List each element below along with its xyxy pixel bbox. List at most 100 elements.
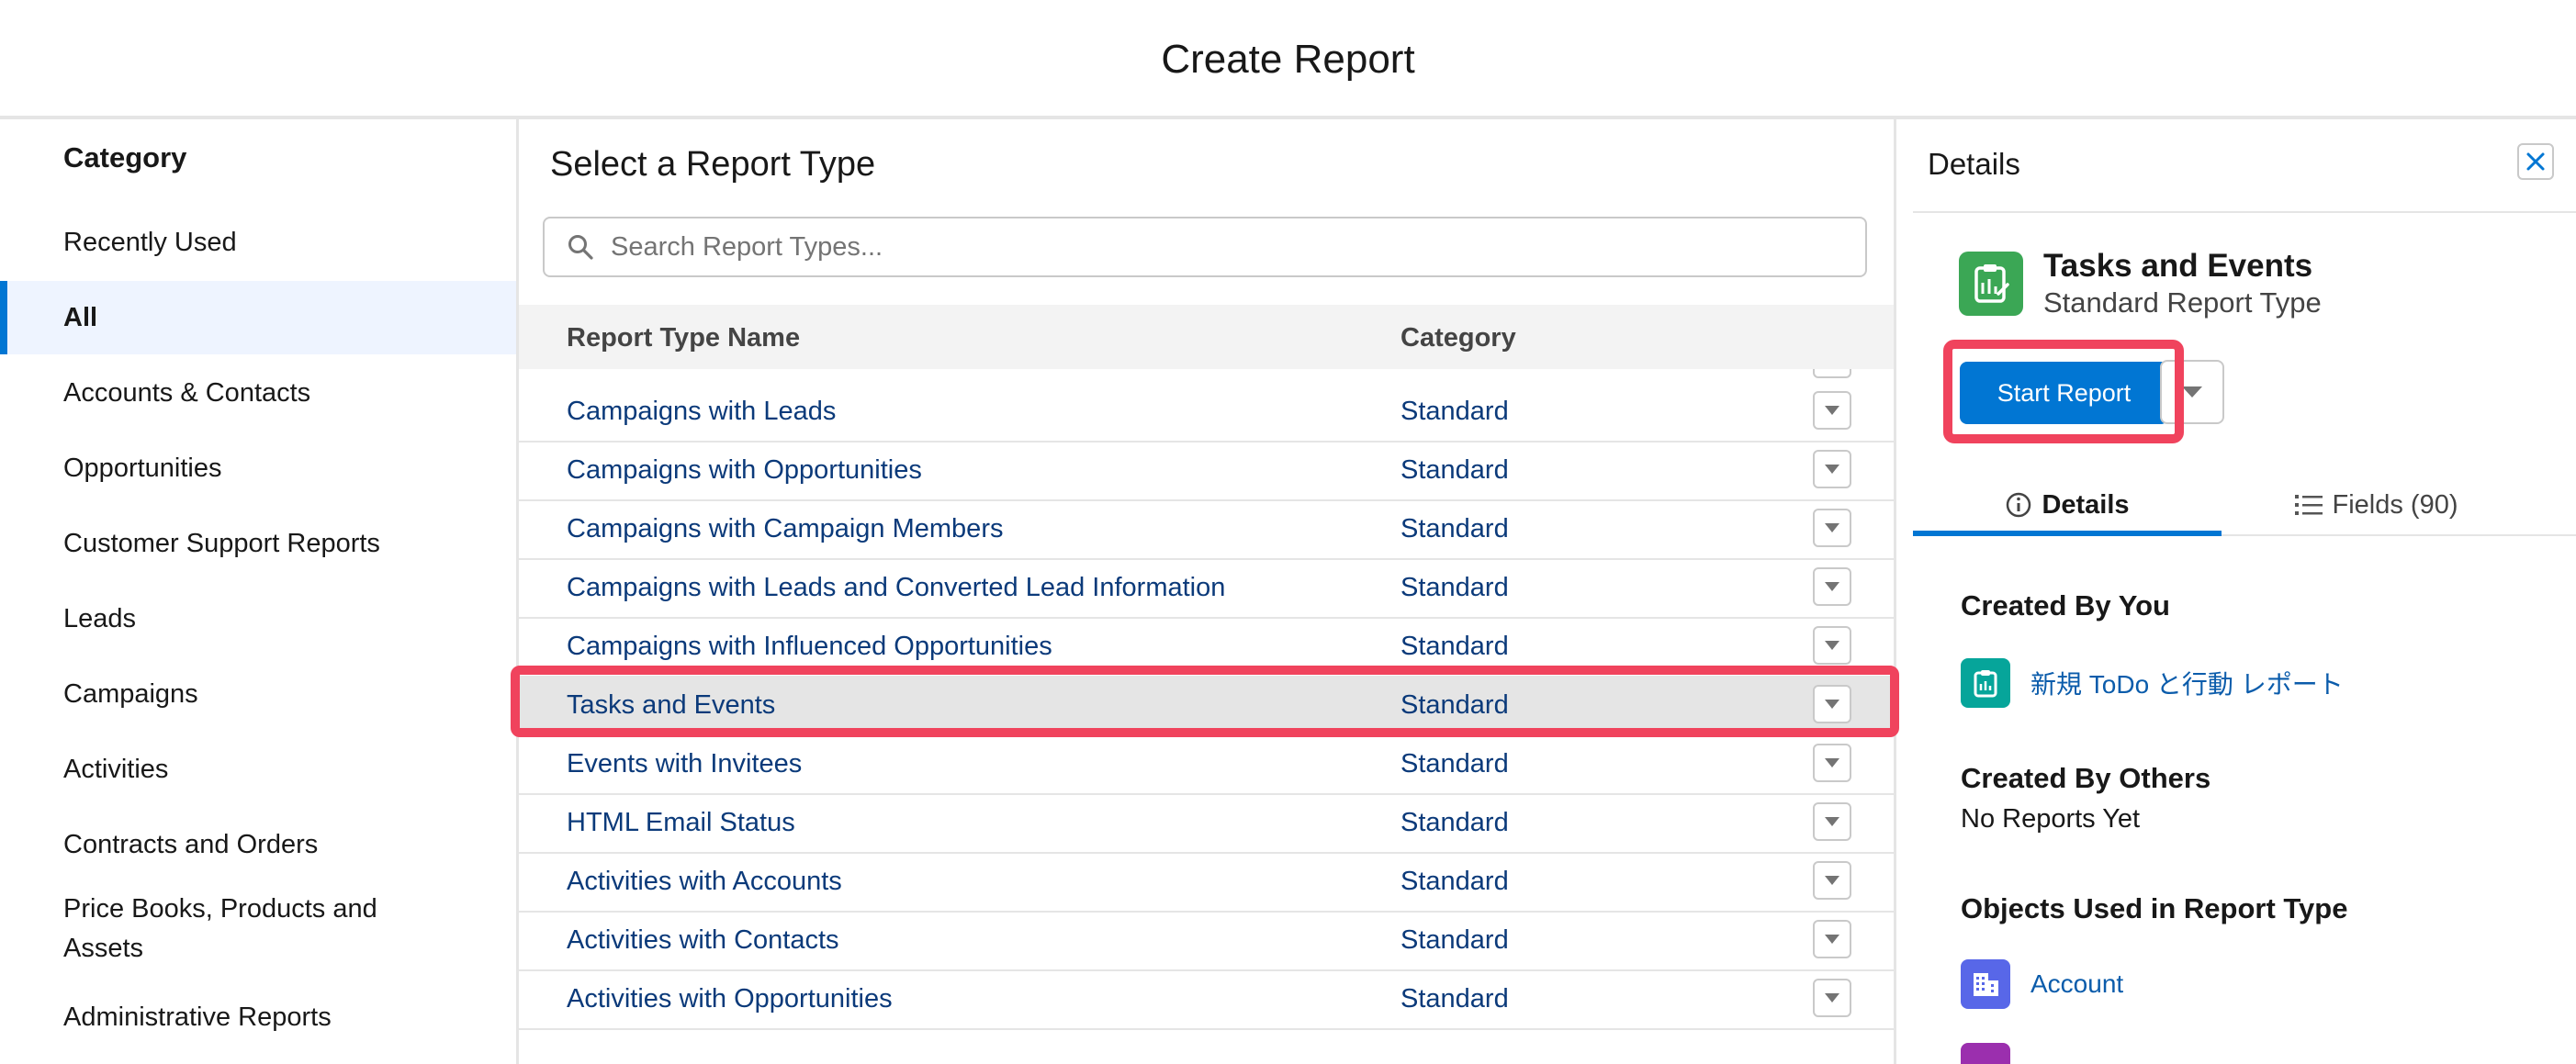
report-type-title: Select a Report Type xyxy=(550,145,876,184)
start-report-button[interactable]: Start Report xyxy=(1960,362,2168,424)
category-item-label: Contracts and Orders xyxy=(63,829,319,859)
category-item-label: Leads xyxy=(63,603,137,633)
report-type-name[interactable]: Campaigns with Leads xyxy=(567,397,836,427)
report-type-panel: Select a Report Type Report Type Name Ca… xyxy=(519,119,1896,1064)
list-icon xyxy=(2294,495,2323,515)
report-type-name[interactable]: Activities with Opportunities xyxy=(567,984,893,1014)
close-icon xyxy=(2526,152,2545,171)
chevron-down-icon xyxy=(1825,993,1839,1002)
table-row[interactable]: Campaigns with Leads Standard xyxy=(519,384,1894,442)
report-type-category: Standard xyxy=(1400,573,1509,602)
category-heading: Category xyxy=(63,141,187,174)
report-type-name[interactable]: Campaigns with Opportunities xyxy=(567,455,922,486)
column-header-name[interactable]: Report Type Name xyxy=(567,323,800,353)
category-item-administrative[interactable]: Administrative Reports xyxy=(0,980,516,1054)
category-item-label: Administrative Reports xyxy=(63,1002,332,1032)
row-menu-button[interactable] xyxy=(1813,802,1851,841)
table-row[interactable]: Campaigns with Opportunities Standard xyxy=(519,442,1894,501)
report-type-category: Standard xyxy=(1400,690,1509,720)
table-row-selected[interactable]: Tasks and Events Standard xyxy=(519,678,1894,736)
category-item-opportunities[interactable]: Opportunities xyxy=(0,431,516,505)
row-menu-button[interactable] xyxy=(1813,685,1851,723)
report-icon xyxy=(1961,658,2010,708)
tab-details[interactable]: Details xyxy=(1913,477,2222,532)
category-item-leads[interactable]: Leads xyxy=(0,582,516,655)
category-item-all[interactable]: All xyxy=(0,281,516,354)
row-menu-button[interactable] xyxy=(1813,626,1851,665)
report-type-name[interactable]: HTML Email Status xyxy=(567,808,795,838)
chevron-down-icon xyxy=(1825,406,1839,415)
row-menu-button[interactable] xyxy=(1813,979,1851,1017)
category-item-label: Activities xyxy=(63,754,169,784)
page-title: Create Report xyxy=(1161,37,1415,82)
report-type-name[interactable]: Campaigns with Leads and Converted Lead … xyxy=(567,573,1225,603)
table-row[interactable]: HTML Email Status Standard xyxy=(519,795,1894,854)
row-menu-button[interactable] xyxy=(1813,744,1851,782)
no-reports-text: No Reports Yet xyxy=(1961,804,2141,834)
report-type-category: Standard xyxy=(1400,397,1509,426)
category-item-label: All xyxy=(63,302,98,332)
report-type-category: Standard xyxy=(1400,925,1509,955)
tab-label: Details xyxy=(2042,489,2130,520)
created-by-others-heading: Created By Others xyxy=(1961,762,2211,794)
table-row[interactable]: Activities with Accounts Standard xyxy=(519,854,1894,913)
row-menu-button[interactable] xyxy=(1813,509,1851,547)
report-type-name[interactable]: Activities with Contacts xyxy=(567,925,839,956)
category-item-contracts-orders[interactable]: Contracts and Orders xyxy=(0,808,516,881)
chevron-down-icon xyxy=(1825,582,1839,591)
table-row[interactable]: Events with Invitees Standard xyxy=(519,736,1894,795)
category-item-price-books[interactable]: Price Books, Products and Assets xyxy=(0,881,516,977)
category-item-recently-used[interactable]: Recently Used xyxy=(0,206,516,279)
table-row[interactable]: Activities with Contacts Standard xyxy=(519,913,1894,971)
category-item-activities[interactable]: Activities xyxy=(0,733,516,806)
row-menu-button[interactable] xyxy=(1813,567,1851,606)
chevron-down-icon xyxy=(1825,641,1839,650)
report-type-name[interactable]: Tasks and Events xyxy=(567,690,775,721)
search-box[interactable] xyxy=(543,217,1867,277)
category-item-accounts-contacts[interactable]: Accounts & Contacts xyxy=(0,356,516,430)
table-row[interactable]: Campaigns with Campaign Members Standard xyxy=(519,501,1894,560)
start-report-menu-button[interactable] xyxy=(2160,360,2224,424)
category-panel: Category Recently Used All Accounts & Co… xyxy=(0,119,519,1064)
report-type-category: Standard xyxy=(1400,632,1509,661)
tab-label: Fields (90) xyxy=(2332,489,2458,520)
column-header-category[interactable]: Category xyxy=(1400,323,1516,353)
created-report-label[interactable]: 新規 ToDo と行動 レポート xyxy=(2030,665,2344,701)
row-menu-button[interactable] xyxy=(1813,861,1851,900)
category-item-campaigns[interactable]: Campaigns xyxy=(0,657,516,731)
report-type-name[interactable]: Events with Invitees xyxy=(567,749,802,779)
row-menu-button[interactable] xyxy=(1813,391,1851,430)
object-link-account[interactable]: Account xyxy=(1961,958,2123,1010)
category-item-label: Accounts & Contacts xyxy=(63,377,311,408)
details-panel: Details Tasks and Events Standard Report… xyxy=(1896,119,2576,1064)
table-row[interactable]: Campaigns with Influenced Opportunities … xyxy=(519,619,1894,678)
report-type-name[interactable]: Campaigns with Campaign Members xyxy=(567,514,1003,544)
report-type-name[interactable]: Activities with Accounts xyxy=(567,867,842,897)
report-type-category: Standard xyxy=(1400,867,1509,896)
report-type-category: Standard xyxy=(1400,455,1509,485)
report-type-category: Standard xyxy=(1400,984,1509,1014)
object-label[interactable]: Account xyxy=(2030,969,2123,999)
objects-used-heading: Objects Used in Report Type xyxy=(1961,892,2348,924)
category-item-label: Customer Support Reports xyxy=(63,528,380,558)
chevron-down-icon xyxy=(1825,758,1839,767)
table-row[interactable]: Activities with Opportunities Standard xyxy=(519,971,1894,1030)
divider xyxy=(1913,211,2576,213)
table-row[interactable]: Campaigns with Leads and Converted Lead … xyxy=(519,560,1894,619)
report-type-category: Standard xyxy=(1400,808,1509,837)
close-button[interactable] xyxy=(2517,143,2554,180)
created-report-link[interactable]: 新規 ToDo と行動 レポート xyxy=(1961,657,2344,709)
chevron-down-icon xyxy=(2182,386,2202,398)
info-icon xyxy=(2007,492,2031,518)
tab-fields[interactable]: Fields (90) xyxy=(2222,477,2530,532)
search-input[interactable] xyxy=(609,230,1806,263)
row-menu-button[interactable] xyxy=(1813,920,1851,958)
category-item-customer-support[interactable]: Customer Support Reports xyxy=(0,507,516,580)
category-item-label: Campaigns xyxy=(63,678,198,709)
modal-header: Create Report xyxy=(0,0,2576,119)
category-item-label: Recently Used xyxy=(63,227,237,257)
report-type-name[interactable]: Campaigns with Influenced Opportunities xyxy=(567,632,1052,662)
row-menu-button[interactable] xyxy=(1813,450,1851,488)
chevron-down-icon xyxy=(1825,700,1839,709)
tab-active-indicator xyxy=(1913,531,2222,536)
